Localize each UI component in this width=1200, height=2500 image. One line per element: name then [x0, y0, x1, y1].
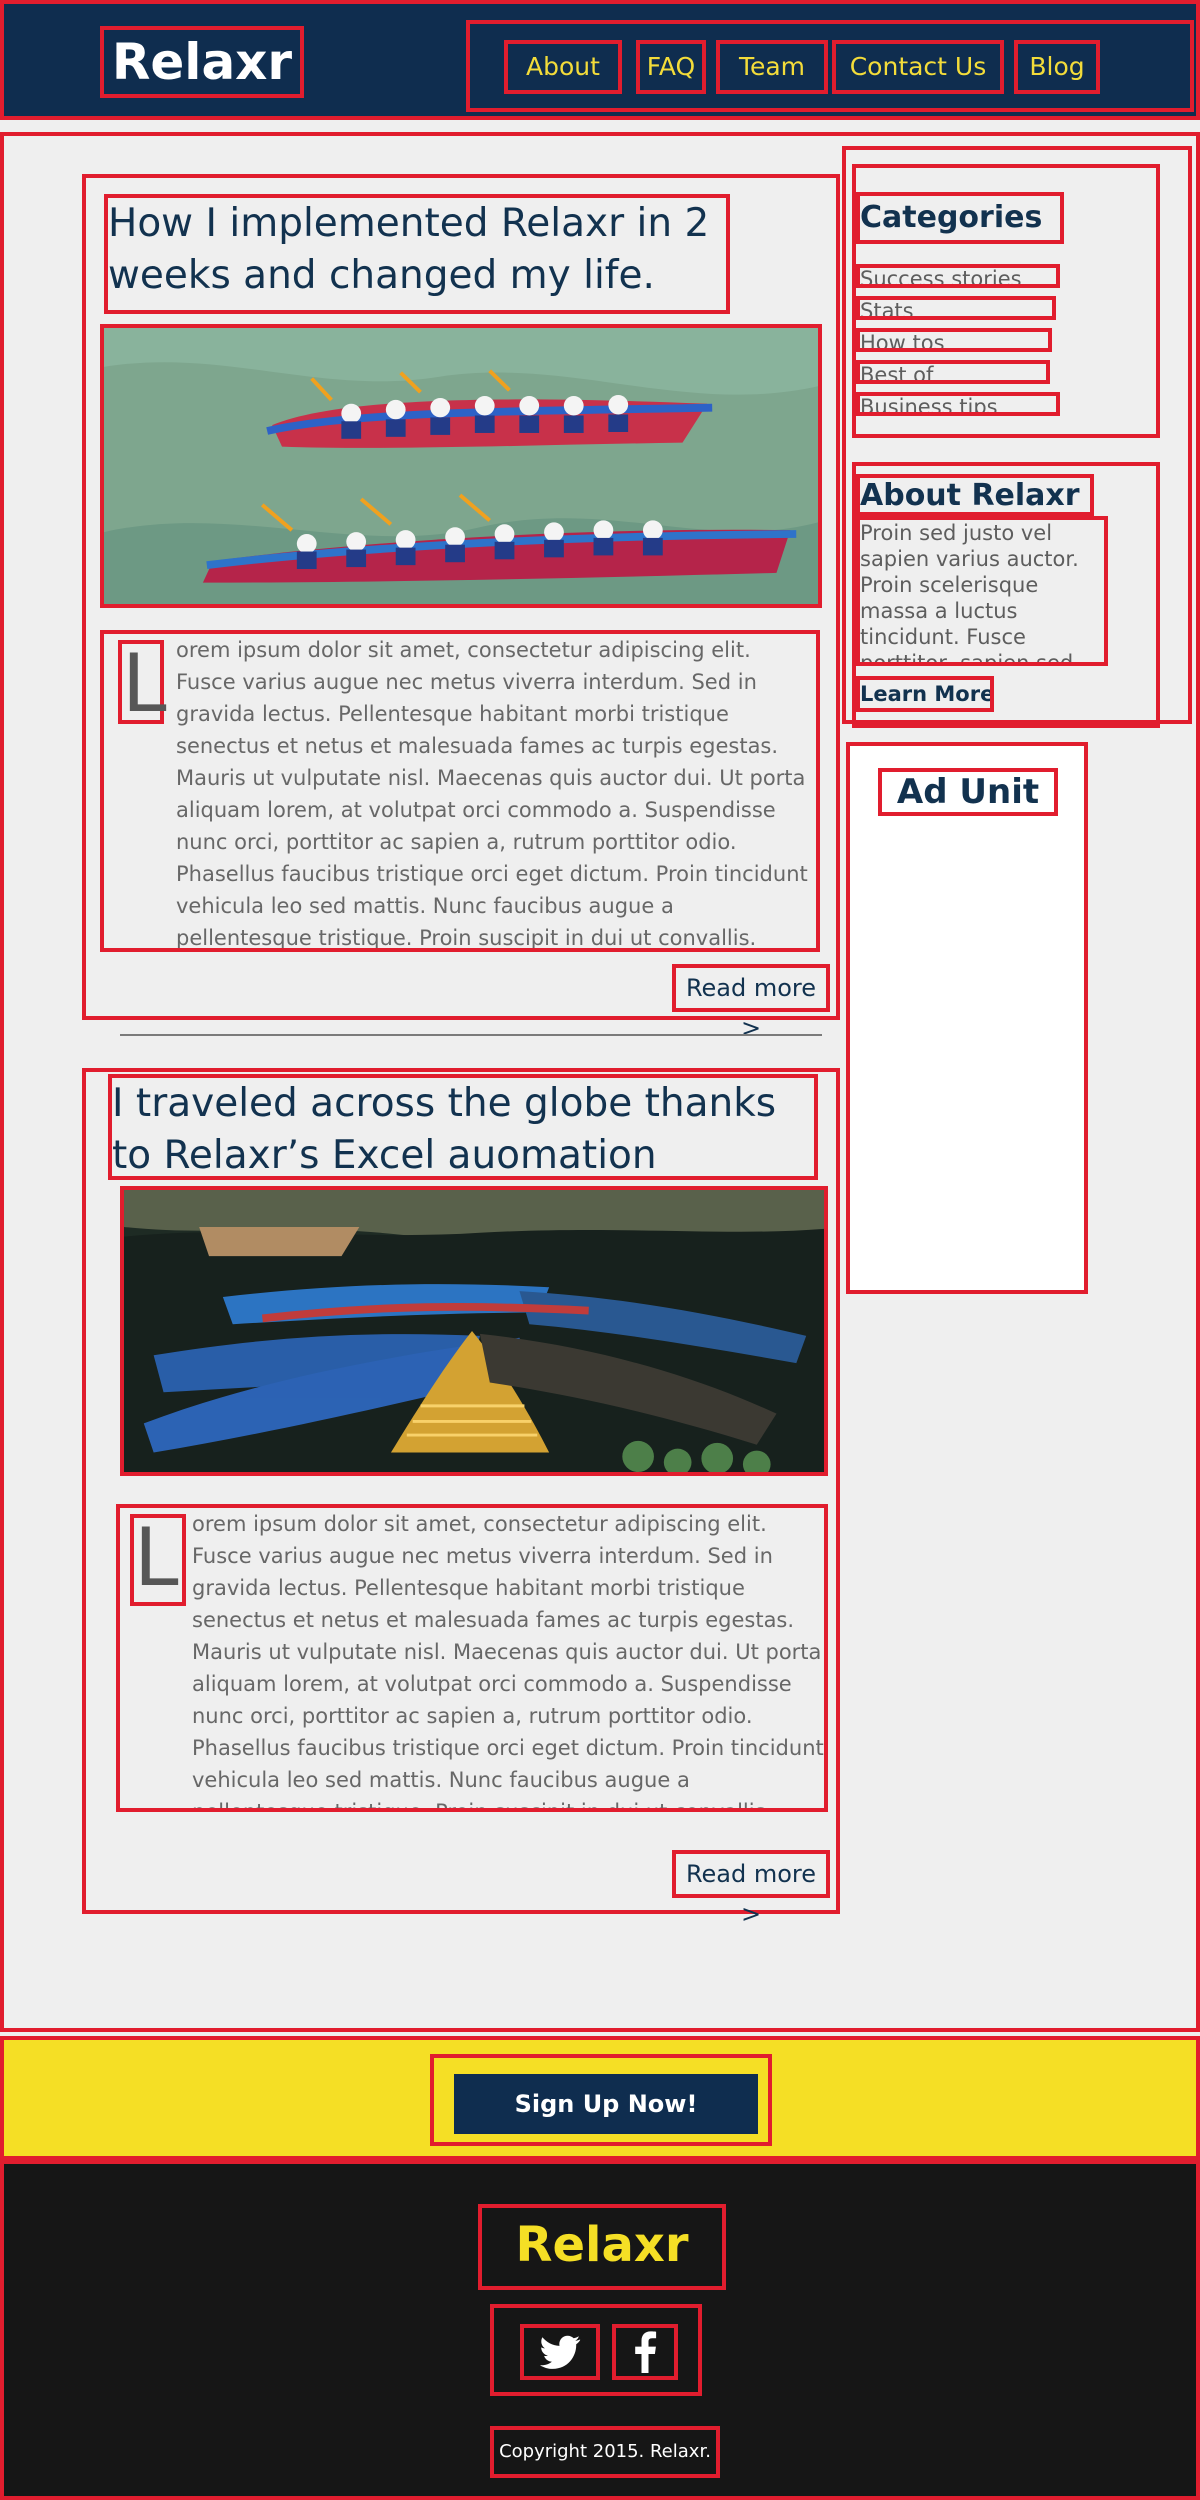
drop-cap: L [130, 1514, 186, 1606]
ad-unit: Ad Unit [846, 742, 1088, 1294]
post-title[interactable]: I traveled across the globe thanks to Re… [108, 1074, 818, 1180]
about-text: Proin sed justo vel sapien varius auctor… [856, 516, 1108, 666]
category-how-tos[interactable]: How tos [856, 328, 1052, 352]
twitter-icon[interactable] [520, 2324, 600, 2380]
site-logo[interactable]: Relaxr [100, 26, 304, 98]
facebook-icon[interactable] [612, 2324, 678, 2380]
social-links [490, 2304, 702, 2396]
sidebar-block: Categories Success stories Stats How tos… [842, 146, 1192, 728]
about-panel: About Relaxr Proin sed justo vel sapien … [852, 462, 1160, 728]
drop-cap: L [118, 640, 167, 724]
post-title[interactable]: How I implemented Relaxr in 2 weeks and … [104, 194, 730, 314]
boats-image [124, 1190, 824, 1472]
category-stats[interactable]: Stats [856, 296, 1056, 320]
site-header: Relaxr About FAQ Team Contact Us Blog [0, 0, 1200, 120]
learn-more-link[interactable]: Learn More [856, 676, 994, 712]
categories-title: Categories [856, 192, 1064, 244]
about-title: About Relaxr [856, 474, 1094, 516]
nav-about-link[interactable]: About [504, 40, 622, 94]
blog-post-2: I traveled across the globe thanks to Re… [82, 1068, 840, 1928]
nav-contact-link[interactable]: Contact Us [832, 40, 1004, 94]
category-business-tips[interactable]: Business tips [856, 392, 1060, 416]
post-body: L orem ipsum dolor sit amet, consectetur… [100, 630, 820, 952]
post-body-text: orem ipsum dolor sit amet, consectetur a… [176, 638, 808, 950]
category-best-of[interactable]: Best of [856, 360, 1050, 384]
nav-blog-link[interactable]: Blog [1014, 40, 1100, 94]
dragon-boat-image [104, 328, 818, 604]
post-image-frame [100, 324, 822, 608]
footer-logo[interactable]: Relaxr [478, 2204, 726, 2290]
signup-bar: Sign Up Now! [0, 2036, 1200, 2160]
category-success-stories[interactable]: Success stories [856, 264, 1060, 288]
post-body: L orem ipsum dolor sit amet, consectetur… [116, 1504, 828, 1812]
post-divider [120, 1034, 822, 1036]
categories-panel: Categories Success stories Stats How tos… [852, 164, 1160, 438]
main-navigation: About FAQ Team Contact Us Blog [466, 20, 1194, 112]
post-body-text: orem ipsum dolor sit amet, consectetur a… [192, 1512, 824, 1812]
signup-button-wrapper: Sign Up Now! [430, 2054, 772, 2146]
read-more-link[interactable]: Read more > [672, 964, 830, 1042]
copyright-text: Copyright 2015. Relaxr. [490, 2426, 720, 2478]
ad-unit-label: Ad Unit [878, 768, 1058, 816]
nav-faq-link[interactable]: FAQ [636, 40, 706, 94]
blog-post-1: How I implemented Relaxr in 2 weeks and … [82, 174, 840, 1042]
post-image-frame [120, 1186, 828, 1476]
site-footer: Relaxr Copyright 2015. Relaxr. [0, 2160, 1200, 2500]
sign-up-button[interactable]: Sign Up Now! [454, 2074, 758, 2134]
nav-team-link[interactable]: Team [716, 40, 828, 94]
read-more-link[interactable]: Read more > [672, 1850, 830, 1928]
